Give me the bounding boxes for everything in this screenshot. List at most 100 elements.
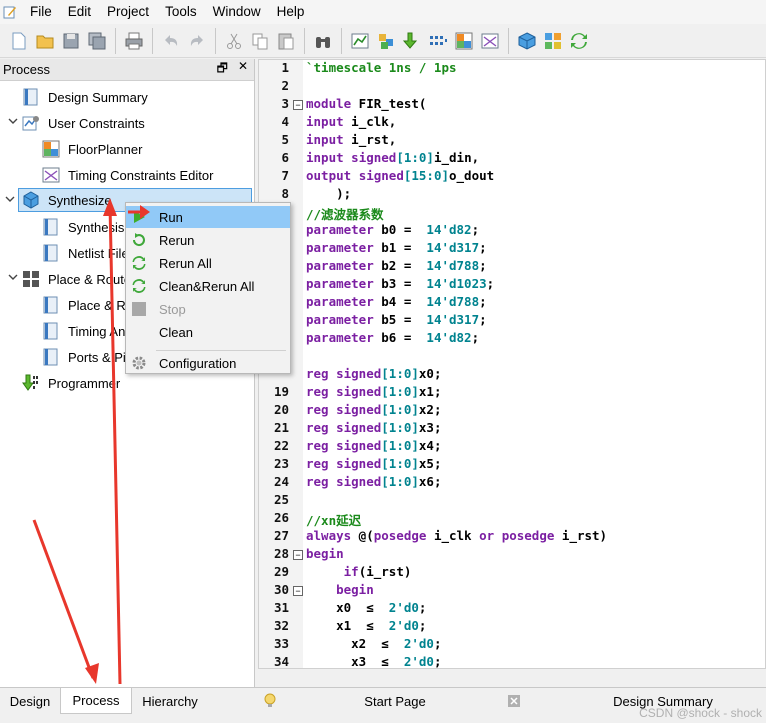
code-line: reg signed[1:0]x6; [306, 474, 442, 489]
context-menu-label: Rerun [159, 232, 195, 248]
close-icon[interactable]: ✕ [238, 59, 248, 80]
tab-process[interactable]: Process [60, 688, 132, 714]
package-icon[interactable] [516, 30, 538, 52]
tree-item-label: Netlist File [68, 245, 129, 261]
code-line: ); [306, 186, 352, 201]
print-icon[interactable] [123, 30, 145, 52]
fold-toggle-icon[interactable]: − [293, 586, 303, 596]
fold-toggle-icon[interactable]: − [293, 100, 303, 110]
code-line: input signed[1:0]i_din, [306, 150, 480, 165]
chevron-down-icon[interactable] [5, 194, 15, 204]
context-menu-run[interactable]: Run [126, 206, 290, 228]
code-line: reg signed[1:0]x1; [306, 384, 442, 399]
redo-icon[interactable] [186, 30, 208, 52]
netlist-icon[interactable] [427, 30, 449, 52]
app-edit-icon [3, 5, 17, 19]
context-menu-clean-rerun-all[interactable]: Clean&Rerun All [126, 275, 290, 297]
context-menu-clean[interactable]: Clean [126, 321, 290, 343]
tree-item-label: Place & R [68, 297, 126, 313]
refresh-icon[interactable] [568, 30, 590, 52]
open-folder-icon[interactable] [34, 30, 56, 52]
tree-item-programmer[interactable]: Programmer [22, 371, 120, 395]
tab-label: Design [9, 693, 51, 709]
code-line: reg signed[1:0]x5; [306, 456, 442, 471]
timing-icon[interactable] [479, 30, 501, 52]
tree-item-timing-constraints-editor[interactable]: Timing Constraints Editor [42, 163, 213, 187]
menu-tools[interactable]: Tools [157, 0, 205, 24]
code-line: if(i_rst) [343, 564, 412, 579]
context-menu-rerun[interactable]: Rerun [126, 229, 290, 251]
floorplanner-icon[interactable] [453, 30, 475, 52]
code-line: parameter b2 = 14'd788; [306, 258, 487, 273]
tree-item-netlist-file[interactable]: Netlist File [42, 241, 129, 265]
blank-icon [131, 324, 147, 340]
save-icon[interactable] [60, 30, 82, 52]
line-number: 1 [281, 60, 289, 75]
tab-start-page[interactable]: Start Page [340, 688, 450, 714]
code-line: `timescale 1ns / 1ps [306, 60, 457, 75]
tree-item-user-constraints[interactable]: User Constraints [8, 111, 145, 135]
tree-item-ports-pins[interactable]: Ports & Pi [42, 345, 126, 369]
line-number: 22 [273, 438, 289, 453]
undo-icon[interactable] [160, 30, 182, 52]
tab-label: Start Page [364, 693, 426, 709]
binoculars-icon[interactable] [312, 30, 334, 52]
context-menu-rerun-all[interactable]: Rerun All [126, 252, 290, 274]
tab-design[interactable]: Design [0, 688, 60, 714]
save-all-icon[interactable] [86, 30, 108, 52]
toolbar-separator [152, 27, 153, 54]
copy-icon[interactable] [249, 30, 271, 52]
gear-group-icon[interactable] [542, 30, 564, 52]
tab-label: Hierarchy [142, 693, 198, 709]
programmer-icon[interactable] [401, 30, 423, 52]
line-number: 26 [273, 510, 289, 525]
cut-icon[interactable] [223, 30, 245, 52]
tree-item-label: Timing Constraints Editor [68, 167, 214, 183]
menu-window[interactable]: Window [205, 0, 269, 24]
floorplanner-icon [42, 140, 60, 158]
line-number: 5 [281, 132, 289, 147]
document-icon [43, 218, 58, 236]
timing-icon [42, 167, 60, 183]
menu-bar: File Edit Project Tools Window Help [0, 0, 766, 24]
code-line: parameter b4 = 14'd788; [306, 294, 487, 309]
tree-item-design-summary[interactable]: Design Summary [22, 85, 148, 109]
toolbar-separator [304, 27, 305, 54]
code-editor[interactable]: 1 2 3−4 5 6 7 8 19 20 21 22 23 24 25 26 27 28−29 30−31 32 3… [258, 59, 766, 669]
restore-icon[interactable]: 🗗 [217, 59, 228, 80]
toolbar [0, 24, 766, 58]
fold-toggle-icon[interactable]: − [293, 550, 303, 560]
synthesis-report-icon[interactable] [349, 30, 371, 52]
tree-item-place-route-report[interactable]: Place & R [42, 293, 126, 317]
code-line: //xn延迟 [306, 513, 362, 528]
menu-file[interactable]: File [22, 0, 60, 24]
chevron-down-icon[interactable] [8, 116, 18, 126]
code-line: reg signed[1:0]x2; [306, 402, 442, 417]
new-file-icon[interactable] [8, 30, 30, 52]
menu-project[interactable]: Project [99, 0, 157, 24]
line-number: 24 [273, 474, 289, 489]
place-route-icon[interactable] [375, 30, 397, 52]
cube-icon [23, 191, 39, 209]
tree-item-timing-analysis[interactable]: Timing An [42, 319, 125, 343]
tree-item-floorplanner[interactable]: FloorPlanner [42, 137, 142, 161]
menu-help[interactable]: Help [269, 0, 313, 24]
tree-item-label: Timing An [68, 323, 126, 339]
chevron-down-icon[interactable] [8, 272, 18, 282]
context-menu-configuration[interactable]: Configuration [126, 352, 290, 374]
line-number: 34 [273, 654, 289, 669]
context-menu-label: Run [159, 209, 183, 225]
line-number: 19 [273, 384, 289, 399]
context-menu-stop: Stop [126, 298, 290, 320]
paste-icon[interactable] [275, 30, 297, 52]
code-line: reg signed[1:0]x4; [306, 438, 442, 453]
menu-edit[interactable]: Edit [60, 0, 99, 24]
tree-item-place-route[interactable]: Place & Route [8, 267, 131, 291]
code-line: begin [336, 582, 374, 597]
line-number: 30 [273, 582, 289, 597]
tab-hierarchy[interactable]: Hierarchy [132, 688, 208, 714]
toolbar-separator [508, 27, 509, 54]
tree-item-synthesis-report[interactable]: Synthesis [42, 215, 124, 239]
close-icon[interactable] [502, 688, 526, 714]
tree-item-label: FloorPlanner [68, 141, 143, 157]
